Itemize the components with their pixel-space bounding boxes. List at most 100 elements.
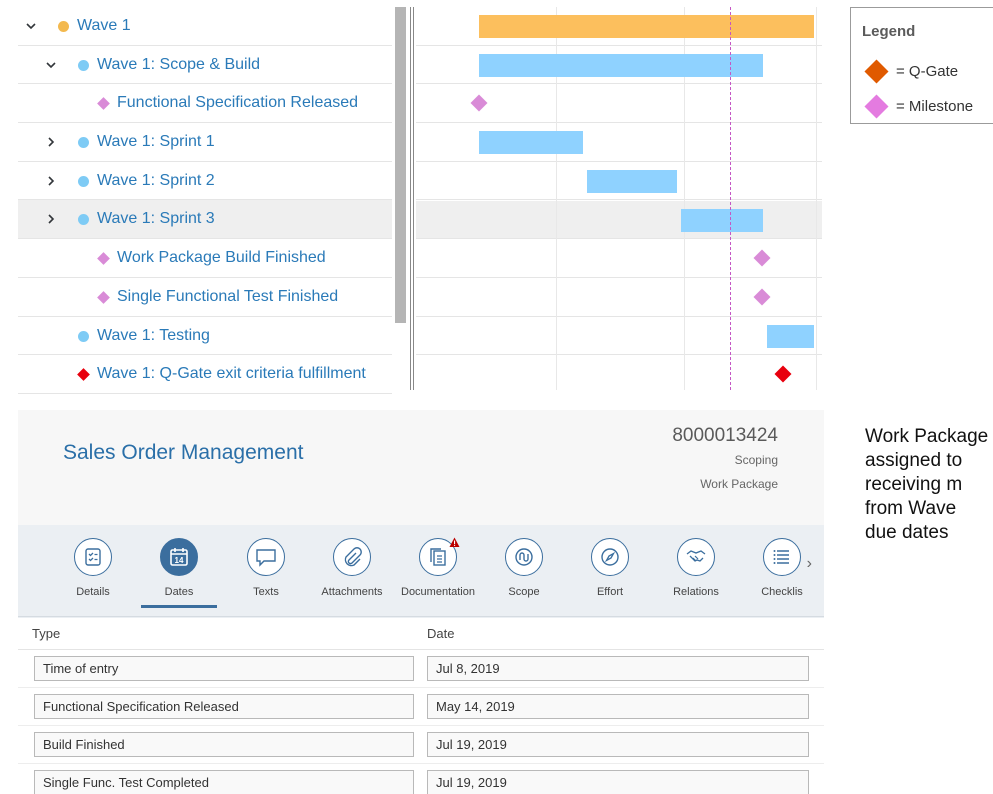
chevron-down-icon[interactable] (25, 20, 37, 34)
tab-label: Attachments (321, 586, 383, 598)
gantt-row-label[interactable]: Functional Specification Released (117, 94, 358, 112)
diamond-icon (97, 97, 110, 111)
date-field[interactable]: Jul 19, 2019 (427, 770, 809, 794)
tab-label: Effort (596, 586, 624, 598)
pane-splitter[interactable] (410, 7, 414, 390)
gantt-row-label[interactable]: Wave 1: Sprint 1 (97, 133, 215, 151)
milestone-diamond-icon (864, 94, 889, 119)
tab-scope[interactable]: Scope (480, 538, 568, 610)
tree-scrollbar-thumb[interactable] (395, 7, 406, 323)
chevron-right-icon[interactable] (45, 175, 57, 189)
date-field[interactable]: May 14, 2019 (427, 694, 809, 719)
icon-tab-bar: › Details 14 Dates Texts Attachments Document… (18, 525, 824, 618)
gantt-row-label[interactable]: Wave 1: Q-Gate exit criteria fulfillment (97, 365, 366, 383)
status-dot-icon (78, 214, 89, 226)
tab-label: Details (76, 586, 110, 598)
gantt-bar[interactable] (479, 15, 814, 38)
gantt-bar[interactable] (479, 53, 763, 77)
warning-icon (449, 535, 460, 547)
status-dot-icon (78, 137, 89, 149)
gantt-chart (416, 7, 822, 390)
list-icon (763, 538, 801, 576)
work-package-object-page: Sales Order Management 8000013424 Scopin… (18, 410, 824, 794)
gantt-tree-row[interactable]: Wave 1: Testing (18, 317, 392, 356)
chevron-right-icon[interactable] (45, 213, 57, 227)
gantt-row-label[interactable]: Wave 1: Scope & Build (97, 56, 260, 74)
note-line: due dates (865, 522, 949, 543)
gantt-tree-row[interactable]: Functional Specification Released (18, 84, 392, 124)
gantt-tree-row[interactable]: Wave 1: Scope & Build (18, 46, 392, 85)
gantt-tree-row[interactable]: Wave 1: Q-Gate exit criteria fulfillment (18, 355, 392, 394)
tab-label: Texts (253, 586, 279, 598)
gantt-bar[interactable] (767, 324, 814, 348)
type-field[interactable]: Time of entry (34, 656, 414, 681)
object-title: Sales Order Management (63, 441, 304, 464)
type-field[interactable]: Single Func. Test Completed (34, 770, 414, 794)
table-row: Build Finished Jul 19, 2019 (18, 726, 824, 764)
compass-icon (591, 538, 629, 576)
column-header-date[interactable]: Date (427, 626, 454, 641)
tab-label: Documentation (401, 586, 475, 598)
active-tab-indicator (141, 605, 217, 608)
calendar-icon: 14 (160, 538, 198, 576)
paperclip-icon (333, 538, 371, 576)
type-field[interactable]: Build Finished (34, 732, 414, 757)
diamond-icon (77, 368, 90, 382)
note-line: assigned to (865, 450, 963, 471)
checklist-icon (74, 538, 112, 576)
tab-divider (18, 616, 824, 617)
gantt-bar[interactable] (479, 131, 583, 155)
table-row: Functional Specification Released May 14… (18, 688, 824, 726)
date-field[interactable]: Jul 19, 2019 (427, 732, 809, 757)
legend-item-label: = Q-Gate (896, 63, 959, 80)
legend: Legend = Q-Gate = Milestone (850, 7, 993, 124)
gantt-tree-row[interactable]: Wave 1: Sprint 2 (18, 162, 392, 201)
object-status: Scoping (734, 453, 778, 467)
date-field[interactable]: Jul 8, 2019 (427, 656, 809, 681)
table-header: Type Date (18, 618, 824, 650)
tab-effort[interactable]: Effort (566, 538, 654, 610)
gantt-row-label[interactable]: Single Functional Test Finished (117, 288, 338, 306)
tab-attachments[interactable]: Attachments (308, 538, 396, 610)
type-field[interactable]: Functional Specification Released (34, 694, 414, 719)
gantt-chart-row (416, 355, 822, 390)
legend-title: Legend (862, 23, 916, 40)
status-dot-icon (78, 59, 89, 71)
dates-table: Type Date Time of entry Jul 8, 2019 Func… (18, 618, 824, 794)
gantt-row-label[interactable]: Work Package Build Finished (117, 249, 326, 267)
tab-dates[interactable]: 14 Dates (135, 538, 223, 610)
gantt-row-label[interactable]: Wave 1: Sprint 3 (97, 210, 215, 228)
object-number: 8000013424 (672, 425, 778, 446)
today-line (730, 7, 731, 390)
gantt-row-label[interactable]: Wave 1 (77, 17, 131, 35)
table-row: Time of entry Jul 8, 2019 (18, 650, 824, 688)
chevron-right-icon[interactable] (45, 136, 57, 150)
note-line: Work Package (865, 426, 989, 447)
status-dot-icon (58, 21, 69, 32)
tab-checklis[interactable]: Checklis (738, 538, 826, 610)
gantt-row-label[interactable]: Wave 1: Testing (97, 327, 210, 345)
gantt-tree-row[interactable]: Work Package Build Finished (18, 239, 392, 278)
tab-details[interactable]: Details (49, 538, 137, 610)
table-row: Single Func. Test Completed Jul 19, 2019 (18, 764, 824, 794)
gantt-row-label[interactable]: Wave 1: Sprint 2 (97, 172, 215, 190)
gantt-tree-row[interactable]: Wave 1: Sprint 3 (18, 200, 392, 240)
legend-item-milestone: = Milestone (864, 94, 973, 119)
column-header-type[interactable]: Type (32, 626, 60, 641)
gantt-tree-row[interactable]: Single Functional Test Finished (18, 278, 392, 317)
diamond-icon (97, 252, 110, 265)
gantt-tree-row[interactable]: Wave 1: Sprint 1 (18, 123, 392, 162)
chevron-down-icon[interactable] (45, 59, 57, 73)
diamond-icon (97, 290, 110, 304)
status-dot-icon (78, 330, 89, 342)
gantt-bar[interactable] (681, 208, 763, 232)
tab-documentation[interactable]: Documentation (394, 535, 482, 610)
gantt-tree-row[interactable]: Wave 1 (18, 7, 392, 46)
tab-label: Checklis (761, 586, 803, 598)
svg-text:14: 14 (175, 556, 184, 565)
gantt-bar[interactable] (587, 169, 677, 193)
legend-item-qgate: = Q-Gate (864, 59, 959, 84)
note-line: from Wave (865, 498, 957, 519)
tab-relations[interactable]: Relations (652, 538, 740, 610)
tab-texts[interactable]: Texts (222, 538, 310, 610)
